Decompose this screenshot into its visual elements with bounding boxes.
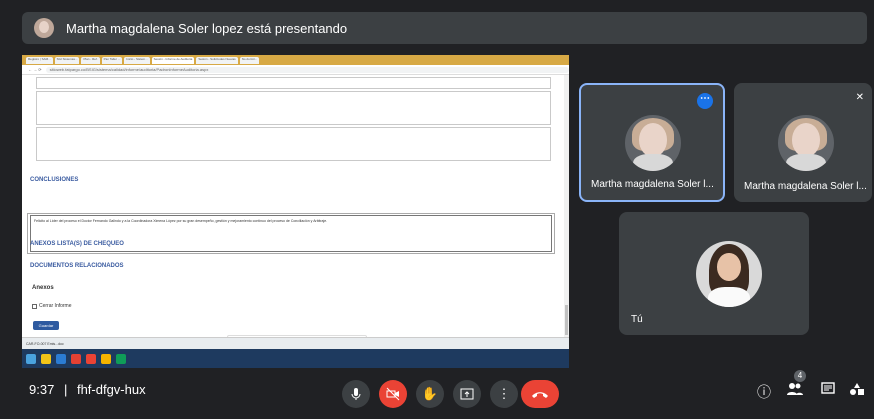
form-box [36, 127, 551, 161]
start-icon [26, 353, 36, 364]
participant-avatar [625, 115, 681, 171]
browser-tab: Plan - Ref. [81, 56, 100, 64]
browser-urlbar: ← → ⟳ sitioweb.fatpargo.co/BSIG/sistema/… [22, 65, 569, 75]
browser-tab: Registro | SAM... [26, 56, 53, 64]
anexos-label: Anexos [32, 285, 54, 291]
more-options-button[interactable]: ⋮ [490, 380, 518, 408]
app-icon [86, 353, 96, 364]
people-icon[interactable] [787, 382, 803, 399]
browser-tab: Sesión - Informe de Auditoria [151, 56, 195, 64]
conclusiones-title: CONCLUSIONES [30, 177, 79, 183]
mic-icon [351, 388, 361, 400]
meeting-code: fhf-dfgv-hux [76, 382, 146, 397]
browser-tabbar: Registro | SAM... SGI Sistemas... Plan -… [22, 55, 569, 65]
folder-icon [41, 353, 51, 364]
windows-taskbar [22, 349, 569, 368]
presenting-text: Martha magdalena Soler lopez está presen… [66, 20, 348, 36]
download-item: CAR-FO-007 Emis...doc [26, 341, 64, 346]
separator: | [63, 382, 68, 397]
presenting-bar: Martha magdalena Soler lopez está presen… [22, 12, 867, 44]
info-icon[interactable]: ⓘ [757, 382, 771, 402]
avatar-body [633, 154, 673, 171]
activities-icon[interactable] [849, 382, 865, 399]
browser-tab: Sesión - Solicitudes Nuevas [196, 56, 238, 64]
clock-time: 9:37 [29, 382, 55, 397]
raise-hand-button[interactable]: ✋ [416, 380, 444, 408]
app-icon [116, 353, 126, 364]
self-tile[interactable]: Tú [619, 212, 809, 335]
cerrar-informe-label: Cerrar Informe [39, 303, 72, 309]
anexos-lista-title: ANEXOS LISTA(S) DE CHEQUEO [30, 241, 124, 247]
scroll-thumb [565, 305, 568, 335]
participant-name: Martha magdalena Soler l... [744, 181, 867, 192]
hand-icon: ✋ [421, 386, 439, 401]
url-field: sitioweb.fatpargo.co/BSIG/sistema/calida… [45, 66, 569, 73]
participant-avatar [778, 115, 834, 171]
mic-muted-icon: ✕ [855, 92, 864, 103]
activities-svg [850, 383, 864, 395]
meet-window: Martha magdalena Soler lopez está presen… [0, 0, 874, 419]
more-options-icon[interactable]: ⋯ [697, 93, 713, 109]
participant-tile-2[interactable]: ✕ Martha magdalena Soler l... [734, 83, 872, 202]
avatar-face [639, 123, 667, 157]
download-bar: CAR-FO-007 Emis...doc [22, 337, 569, 349]
shared-page: CONCLUSIONES Felicito al Líder del proce… [22, 75, 569, 337]
end-call-button[interactable] [521, 380, 559, 408]
participants-count-badge: 4 [794, 370, 806, 382]
chrome-icon [71, 353, 81, 364]
page-scrollbar [564, 75, 569, 337]
camera-off-button[interactable] [379, 380, 407, 408]
avatar-body [707, 287, 751, 307]
participant-name: Martha magdalena Soler l... [591, 179, 714, 190]
app-icon [101, 353, 111, 364]
avatar-face [717, 252, 741, 281]
meeting-info: 9:37 | fhf-dfgv-hux [29, 382, 146, 397]
mic-button[interactable] [342, 380, 370, 408]
shared-screen: Registro | SAM... SGI Sistemas... Plan -… [22, 55, 569, 368]
present-button[interactable] [453, 380, 481, 408]
participant-tile-1[interactable]: ⋯ Martha magdalena Soler l... [579, 83, 725, 202]
browser-tab: No dormir... [239, 56, 260, 64]
browser-tab: Inicio - Sistem... [124, 56, 150, 64]
more-vert-icon: ⋮ [497, 386, 511, 401]
cerrar-informe-checkbox: Cerrar Informe [32, 303, 72, 309]
documentos-title: DOCUMENTOS RELACIONADOS [30, 263, 124, 269]
camera-off-icon [386, 387, 400, 401]
checkbox-icon [32, 303, 37, 309]
presenter-avatar [34, 18, 54, 38]
browser-tab: SGI Sistemas... [54, 56, 80, 64]
nav-arrows-icon: ← → ⟳ [28, 67, 42, 72]
guardar-button: Guardar [33, 321, 59, 330]
self-avatar [696, 241, 762, 307]
word-icon [56, 353, 66, 364]
avatar-face [792, 123, 820, 157]
present-icon [460, 388, 474, 400]
people-svg [787, 383, 803, 395]
avatar-body [786, 154, 826, 171]
chat-icon[interactable] [821, 382, 835, 399]
chat-svg [821, 382, 835, 394]
browser-tab: Pan Taller ... [101, 56, 123, 64]
hangup-icon [532, 392, 548, 398]
form-box [36, 91, 551, 125]
self-name: Tú [631, 314, 643, 325]
form-box [36, 77, 551, 89]
